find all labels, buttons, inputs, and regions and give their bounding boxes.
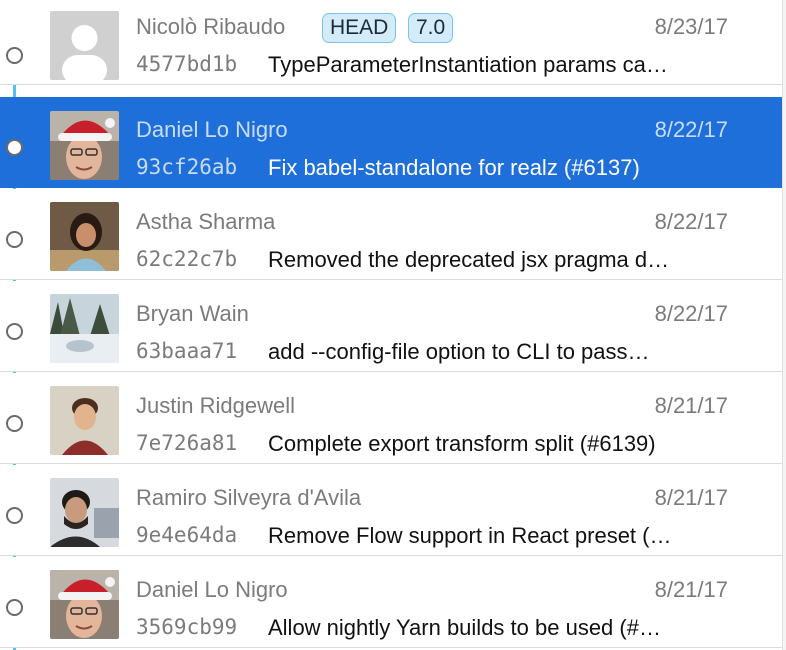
- photo-avatar: [50, 202, 119, 271]
- commit-date: 8/21/17: [654, 577, 728, 602]
- commit-author: Astha Sharma: [136, 209, 276, 234]
- commit-node-icon: [6, 323, 23, 340]
- photo-avatar: [50, 478, 119, 547]
- commit-hash: 7e726a81: [136, 431, 238, 455]
- commit-row[interactable]: Ramiro Silveyra d'Avila 8/21/17 9e4e64da…: [0, 465, 782, 556]
- commit-row[interactable]: Daniel Lo Nigro 8/21/17 3569cb99 Allow n…: [0, 557, 782, 648]
- commit-message: add --config-file option to CLI to pass…: [268, 339, 650, 364]
- commit-author: Daniel Lo Nigro: [136, 577, 288, 602]
- pane-divider[interactable]: [782, 0, 786, 650]
- commit-node-icon: [6, 507, 23, 524]
- commit-author: Justin Ridgewell: [136, 393, 295, 418]
- commit-author: Bryan Wain: [136, 301, 249, 326]
- commit-hash: 3569cb99: [136, 615, 238, 639]
- commit-hash: 4577bd1b: [136, 52, 238, 76]
- commit-node-icon: [6, 231, 23, 248]
- commit-row[interactable]: Nicolò Ribaudo HEAD 7.0 8/23/17 4577bd1b…: [0, 0, 782, 85]
- commit-row[interactable]: Justin Ridgewell 8/21/17 7e726a81 Comple…: [0, 373, 782, 464]
- commit-list: Nicolò Ribaudo HEAD 7.0 8/23/17 4577bd1b…: [0, 0, 786, 650]
- commit-date: 8/22/17: [654, 301, 728, 326]
- commit-message: TypeParameterInstantiation params ca…: [268, 52, 668, 77]
- commit-hash: 9e4e64da: [136, 523, 238, 547]
- santa-hat-avatar: [50, 570, 119, 639]
- commit-date: 8/21/17: [654, 393, 728, 418]
- commit-node-icon: [6, 599, 23, 616]
- commit-author: Nicolò Ribaudo: [136, 14, 286, 39]
- commit-node-icon: [6, 139, 23, 156]
- commit-message: Fix babel-standalone for realz (#6137): [268, 155, 640, 180]
- commit-hash: 93cf26ab: [136, 155, 238, 179]
- commit-hash: 63baaa71: [136, 339, 238, 363]
- commit-date: 8/22/17: [654, 117, 728, 142]
- commit-message: Removed the deprecated jsx pragma d…: [268, 247, 670, 272]
- ref-badge-tag[interactable]: 7.0: [408, 13, 454, 43]
- commit-hash: 62c22c7b: [136, 247, 238, 271]
- photo-avatar: [50, 386, 119, 455]
- commit-node-icon: [6, 47, 23, 64]
- commit-message: Complete export transform split (#6139): [268, 431, 656, 456]
- commit-message: Remove Flow support in React preset (…: [268, 523, 672, 548]
- commit-row-selected[interactable]: Daniel Lo Nigro 8/22/17 93cf26ab Fix bab…: [0, 97, 782, 188]
- commit-row[interactable]: Bryan Wain 8/22/17 63baaa71 add --config…: [0, 281, 782, 372]
- landscape-avatar: [50, 294, 119, 363]
- commit-message: Allow nightly Yarn builds to be used (#…: [268, 615, 661, 640]
- commit-author: Ramiro Silveyra d'Avila: [136, 485, 362, 510]
- commit-date: 8/21/17: [654, 485, 728, 510]
- commit-node-icon: [6, 415, 23, 432]
- commit-author: Daniel Lo Nigro: [136, 117, 288, 142]
- default-avatar-icon: [50, 11, 119, 80]
- commit-date: 8/23/17: [654, 14, 728, 39]
- commit-row[interactable]: Astha Sharma 8/22/17 62c22c7b Removed th…: [0, 189, 782, 280]
- commit-date: 8/22/17: [654, 209, 728, 234]
- ref-badge-head[interactable]: HEAD: [322, 13, 397, 43]
- santa-hat-avatar: [50, 111, 119, 180]
